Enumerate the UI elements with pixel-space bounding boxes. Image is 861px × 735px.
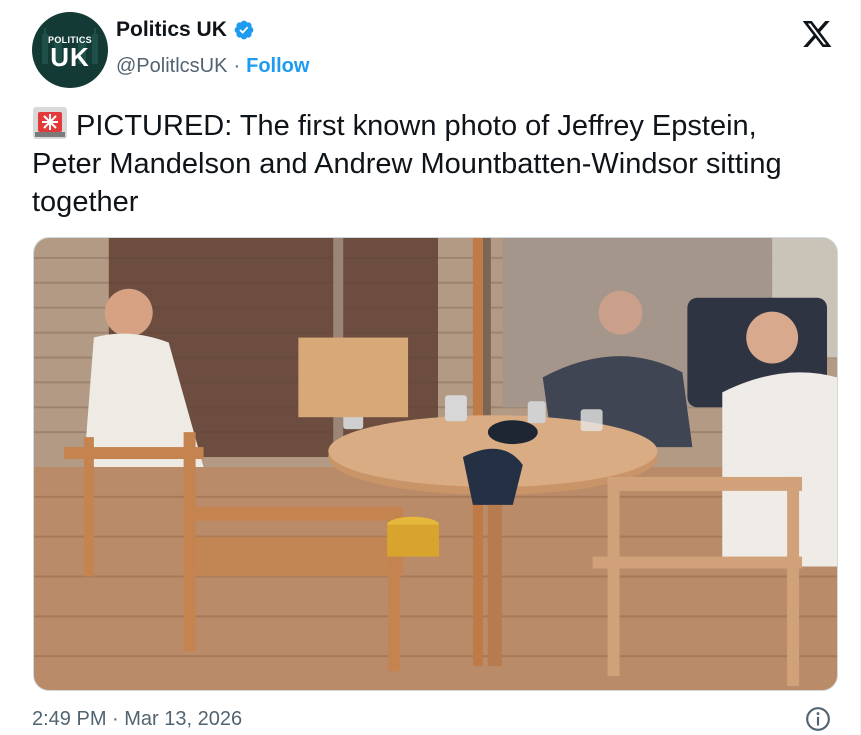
tweet-card: POLITICS UK Politics UK @PolitlcsUK · Fo… bbox=[0, 0, 861, 735]
tweet-timestamp[interactable]: 2:49 PM · Mar 13, 2026 bbox=[32, 708, 242, 731]
account-name[interactable]: Politics UK bbox=[116, 18, 227, 42]
handle-row: @PolitlcsUK · Follow bbox=[116, 55, 309, 78]
avatar-text-uk: UK bbox=[50, 42, 90, 72]
photo-illustration bbox=[34, 238, 837, 690]
account-name-row: Politics UK bbox=[116, 18, 255, 42]
tweet-text-block: PICTURED: The first known photo of Jeffr… bbox=[32, 106, 832, 221]
verified-badge-icon bbox=[234, 20, 254, 40]
tweet-text: PICTURED: The first known photo of Jeffr… bbox=[32, 110, 782, 218]
info-icon[interactable] bbox=[805, 706, 831, 732]
account-handle[interactable]: @PolitlcsUK bbox=[116, 55, 227, 78]
avatar[interactable]: POLITICS UK bbox=[32, 12, 108, 88]
x-logo-icon[interactable] bbox=[799, 18, 835, 50]
separator-dot: · bbox=[233, 55, 241, 77]
tweet-photo[interactable] bbox=[33, 237, 838, 691]
follow-button[interactable]: Follow bbox=[246, 55, 309, 78]
rotating-light-icon bbox=[33, 107, 67, 139]
